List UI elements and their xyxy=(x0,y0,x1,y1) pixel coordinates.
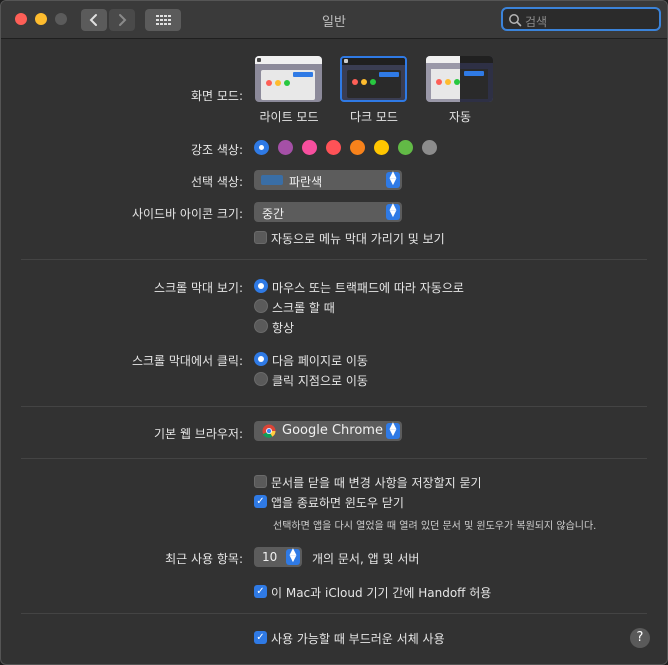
sidebar-icon-size-value: 중간 xyxy=(262,207,285,221)
font-smoothing-checkbox[interactable]: ✓ xyxy=(254,631,267,644)
click-next-page-label: 다음 페이지로 이동 xyxy=(272,354,368,368)
appearance-label: 화면 모드: xyxy=(190,89,243,103)
appearance-dark-thumbnail[interactable] xyxy=(340,56,407,102)
popup-arrows-icon: ▲ ▼ xyxy=(386,203,400,220)
search-placeholder: 검색 xyxy=(525,15,548,29)
click-next-page-radio[interactable] xyxy=(254,352,268,366)
recent-items-suffix: 개의 문서, 앱 및 서버 xyxy=(312,552,420,566)
appearance-light-thumbnail[interactable] xyxy=(255,56,322,102)
appearance-auto-thumbnail[interactable] xyxy=(426,56,493,102)
default-browser-label: 기본 웹 브라우저: xyxy=(154,427,243,441)
appearance-dark-label: 다크 모드 xyxy=(350,110,398,124)
recent-items-value: 10 xyxy=(262,550,278,564)
sidebar-icon-size-label: 사이드바 아이콘 크기: xyxy=(131,207,243,221)
separator xyxy=(21,259,647,260)
recent-items-label: 최근 사용 항목: xyxy=(165,552,243,566)
handoff-label: 이 Mac과 iCloud 기기 간에 Handoff 허용 xyxy=(271,586,492,600)
accent-green-swatch[interactable] xyxy=(398,140,413,155)
accent-graphite-swatch[interactable] xyxy=(422,140,437,155)
popup-arrows-icon: ▲ ▼ xyxy=(386,171,400,188)
auto-hide-menu-label: 자동으로 메뉴 막대 가리기 및 보기 xyxy=(271,232,445,246)
separator xyxy=(21,406,647,407)
search-field[interactable]: 검색 xyxy=(501,7,661,31)
search-icon xyxy=(509,14,522,27)
click-spot-radio[interactable] xyxy=(254,372,268,386)
help-button[interactable]: ? xyxy=(630,628,650,648)
highlight-color-value: 파란색 xyxy=(289,175,323,189)
scroll-bars-auto-radio[interactable] xyxy=(254,279,268,293)
scroll-bars-auto-label: 마우스 또는 트랙패드에 따라 자동으로 xyxy=(272,281,464,295)
accent-blue-swatch[interactable] xyxy=(254,140,269,155)
ask-keep-changes-checkbox[interactable] xyxy=(254,475,267,488)
scroll-bars-always-radio[interactable] xyxy=(254,319,268,333)
popup-arrows-icon: ▲ ▼ xyxy=(286,548,300,565)
auto-hide-menu-checkbox[interactable] xyxy=(254,231,267,244)
click-scroll-bar-label: 스크롤 막대에서 클릭: xyxy=(131,354,243,368)
show-scroll-bars-label: 스크롤 막대 보기: xyxy=(154,281,243,295)
ask-keep-changes-label: 문서를 닫을 때 변경 사항을 저장할지 묻기 xyxy=(271,476,482,490)
accent-purple-swatch[interactable] xyxy=(278,140,293,155)
accent-color-label: 강조 색상: xyxy=(190,143,243,157)
highlight-color-swatch xyxy=(261,175,283,185)
default-browser-value: Google Chrome xyxy=(282,423,383,438)
close-windows-checkbox[interactable]: ✓ xyxy=(254,495,267,508)
chrome-icon xyxy=(262,424,276,438)
font-smoothing-label: 사용 가능할 때 부드러운 서체 사용 xyxy=(271,632,445,646)
accent-red-swatch[interactable] xyxy=(326,140,341,155)
appearance-light-label: 라이트 모드 xyxy=(259,110,319,124)
separator xyxy=(21,458,647,459)
accent-orange-swatch[interactable] xyxy=(350,140,365,155)
accent-pink-swatch[interactable] xyxy=(302,140,317,155)
scroll-bars-always-label: 항상 xyxy=(272,321,295,335)
scroll-bars-when-scrolling-radio[interactable] xyxy=(254,299,268,313)
close-windows-note: 선택하면 앱을 다시 열었을 때 열려 있던 문서 및 윈도우가 복원되지 않습… xyxy=(273,521,597,532)
sidebar-icon-size-popup[interactable]: 중간 ▲ ▼ xyxy=(254,202,402,222)
separator xyxy=(21,613,647,614)
handoff-checkbox[interactable]: ✓ xyxy=(254,585,267,598)
click-spot-label: 클릭 지점으로 이동 xyxy=(272,374,368,388)
highlight-color-label: 선택 색상: xyxy=(190,175,243,189)
recent-items-popup[interactable]: 10 ▲ ▼ xyxy=(254,547,302,567)
appearance-auto-label: 자동 xyxy=(448,110,472,124)
accent-yellow-swatch[interactable] xyxy=(374,140,389,155)
default-browser-popup[interactable]: Google Chrome ▲ ▼ xyxy=(254,421,402,441)
scroll-bars-when-scrolling-label: 스크롤 할 때 xyxy=(272,301,335,315)
title-bar: 일반 검색 xyxy=(1,1,667,39)
preferences-window: 일반 검색 화면 모드: 라이트 모드 다크 모드 자동 강조 색상: 선택 색… xyxy=(0,0,668,665)
highlight-color-popup[interactable]: 파란색 ▲ ▼ xyxy=(254,170,402,190)
close-windows-label: 앱을 종료하면 윈도우 닫기 xyxy=(271,496,404,510)
popup-arrows-icon: ▲ ▼ xyxy=(386,422,400,439)
